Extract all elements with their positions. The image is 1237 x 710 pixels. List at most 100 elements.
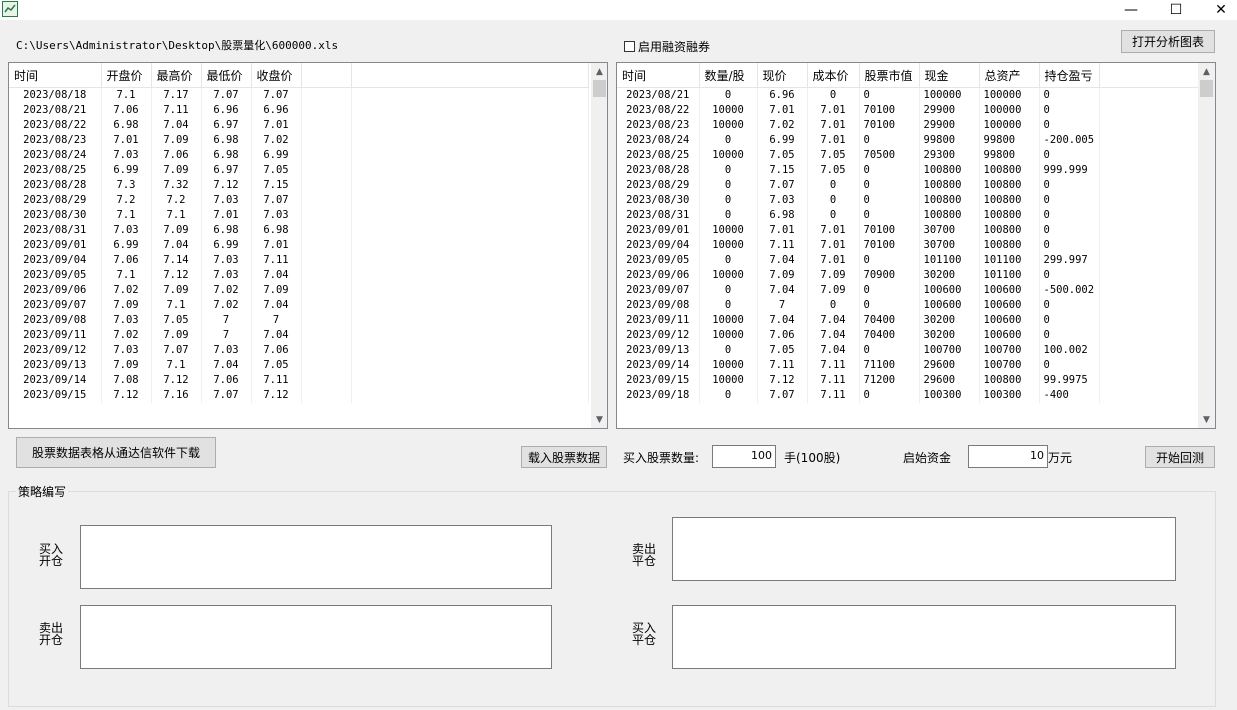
table-cell[interactable]: 6.99 [101, 238, 152, 253]
table-cell[interactable]: 7.01 [807, 103, 860, 118]
column-header[interactable]: 开盘价 [101, 63, 152, 88]
table-cell[interactable]: 7.11 [807, 388, 860, 403]
table-cell[interactable]: 2023/08/23 [617, 118, 700, 133]
table-row[interactable]: 2023/08/23 10000 7.02 7.01 70100 29900 100000 0 [617, 118, 1199, 133]
table-cell[interactable]: 0 [807, 87, 860, 103]
table-cell[interactable]: 2023/09/04 [617, 238, 700, 253]
table-cell[interactable]: 7.11 [757, 238, 808, 253]
table-cell[interactable]: 7.05 [757, 343, 808, 358]
buy-open-strategy-textarea[interactable] [80, 525, 552, 589]
table-row[interactable]: 2023/09/05 0 7.04 7.01 0 101100 101100 299.997 [617, 253, 1199, 268]
table-cell[interactable]: 0 [699, 208, 758, 223]
table-cell[interactable]: 7.06 [251, 343, 302, 358]
table-cell[interactable]: 7.04 [807, 313, 860, 328]
table-cell[interactable]: 70900 [859, 268, 920, 283]
sell-open-strategy-textarea[interactable] [80, 605, 552, 669]
backtest-result-grid[interactable]: 时间 数量/股 现价 成本价 股票市值 现金 总资产 持仓盈亏 2023/08/21 0 6.96… [616, 62, 1216, 429]
table-cell[interactable]: 6.98 [201, 133, 252, 148]
table-cell[interactable]: 7.04 [757, 283, 808, 298]
table-row[interactable]: 2023/09/06 10000 7.09 7.09 70900 30200 101100 0 [617, 268, 1199, 283]
table-cell[interactable]: 70100 [859, 223, 920, 238]
table-cell[interactable]: 7.06 [757, 328, 808, 343]
table-cell[interactable]: 0 [807, 298, 860, 313]
table-cell[interactable]: 100800 [919, 208, 980, 223]
table-cell[interactable]: 100800 [919, 178, 980, 193]
table-cell[interactable]: 2023/09/08 [9, 313, 102, 328]
table-cell[interactable]: 0 [699, 163, 758, 178]
table-cell[interactable]: 7.15 [251, 178, 302, 193]
table-cell[interactable]: 7.05 [151, 313, 202, 328]
table-cell[interactable]: 299.997 [1039, 253, 1100, 268]
table-cell[interactable]: 0 [699, 193, 758, 208]
table-cell[interactable]: 10000 [699, 313, 758, 328]
table-cell[interactable]: 0 [859, 178, 920, 193]
sell-close-strategy-textarea[interactable] [672, 517, 1176, 581]
download-data-button[interactable]: 股票数据表格从通达信软件下载 [16, 437, 216, 468]
table-cell[interactable]: 7.04 [251, 328, 302, 343]
table-cell[interactable]: 6.97 [201, 163, 252, 178]
column-header[interactable]: 总资产 [979, 63, 1040, 88]
scroll-up-icon[interactable]: ▲ [591, 63, 607, 80]
table-cell[interactable]: 7.01 [757, 103, 808, 118]
table-cell[interactable]: 29600 [919, 373, 980, 388]
table-cell[interactable]: 7.07 [251, 193, 302, 208]
table-cell[interactable]: 7.05 [757, 148, 808, 163]
table-row[interactable]: 2023/08/31 7.03 7.09 6.98 6.98 [9, 223, 589, 238]
table-cell[interactable]: 6.96 [251, 103, 302, 118]
table-cell[interactable]: 7.1 [101, 268, 152, 283]
table-cell[interactable]: 0 [1039, 313, 1100, 328]
table-cell[interactable]: 7.01 [807, 253, 860, 268]
table-cell[interactable]: 0 [859, 193, 920, 208]
table-cell[interactable]: 30200 [919, 313, 980, 328]
table-row[interactable]: 2023/08/18 7.1 7.17 7.07 7.07 [9, 87, 589, 103]
table-cell[interactable]: 7.03 [201, 268, 252, 283]
table-cell[interactable]: 2023/09/01 [617, 223, 700, 238]
price-data-grid[interactable]: 时间 开盘价 最高价 最低价 收盘价 2023/08/18 7.1 7.17 7.07 7.07… [8, 62, 608, 429]
table-cell[interactable]: 7.04 [251, 298, 302, 313]
table-cell[interactable]: 2023/09/15 [9, 388, 102, 403]
table-cell[interactable]: 2023/08/22 [9, 118, 102, 133]
table-cell[interactable]: 2023/09/06 [9, 283, 102, 298]
table-cell[interactable]: 0 [1039, 223, 1100, 238]
table-cell[interactable]: 0 [1039, 238, 1100, 253]
table-cell[interactable]: 2023/09/18 [617, 388, 700, 403]
table-cell[interactable]: 2023/09/07 [617, 283, 700, 298]
table-cell[interactable]: 2023/08/30 [9, 208, 102, 223]
table-row[interactable]: 2023/09/15 10000 7.12 7.11 71200 29600 100800 9… [617, 373, 1199, 388]
table-cell[interactable]: 7.06 [101, 253, 152, 268]
table-cell[interactable]: 7.1 [151, 358, 202, 373]
table-cell[interactable]: 7 [757, 298, 808, 313]
table-cell[interactable]: 7.05 [807, 163, 860, 178]
table-cell[interactable]: 0 [699, 178, 758, 193]
table-cell[interactable]: 7.05 [807, 148, 860, 163]
table-cell[interactable]: 6.99 [101, 163, 152, 178]
table-row[interactable]: 2023/09/01 10000 7.01 7.01 70100 30700 100800 0 [617, 223, 1199, 238]
table-cell[interactable]: 2023/09/01 [9, 238, 102, 253]
table-cell[interactable]: 7.12 [151, 373, 202, 388]
table-cell[interactable]: 100800 [979, 238, 1040, 253]
table-row[interactable]: 2023/08/21 0 6.96 0 0 100000 100000 0 [617, 87, 1199, 103]
table-cell[interactable]: 0 [1039, 268, 1100, 283]
table-cell[interactable]: 0 [859, 283, 920, 298]
table-cell[interactable]: 100800 [979, 223, 1040, 238]
column-header[interactable]: 成本价 [807, 63, 860, 88]
table-cell[interactable]: 2023/09/11 [9, 328, 102, 343]
table-cell[interactable]: 0 [1039, 118, 1100, 133]
table-cell[interactable]: 6.99 [201, 238, 252, 253]
table-cell[interactable]: 7.01 [807, 118, 860, 133]
table-row[interactable]: 2023/08/25 10000 7.05 7.05 70500 29300 99800 0 [617, 148, 1199, 163]
table-cell[interactable]: 2023/09/06 [617, 268, 700, 283]
table-cell[interactable]: 0 [699, 388, 758, 403]
table-cell[interactable]: 10000 [699, 268, 758, 283]
table-cell[interactable]: 2023/08/21 [9, 103, 102, 118]
table-row[interactable]: 2023/09/07 0 7.04 7.09 0 100600 100600 -500.002 [617, 283, 1199, 298]
table-cell[interactable]: 2023/09/13 [9, 358, 102, 373]
table-cell[interactable]: 7.07 [151, 343, 202, 358]
table-cell[interactable]: 101100 [979, 268, 1040, 283]
table-row[interactable]: 2023/09/18 0 7.07 7.11 0 100300 100300 -400 [617, 388, 1199, 403]
table-cell[interactable]: 100800 [979, 193, 1040, 208]
table-row[interactable]: 2023/09/13 0 7.05 7.04 0 100700 100700 100.002 [617, 343, 1199, 358]
table-cell[interactable]: 7.15 [757, 163, 808, 178]
column-header[interactable]: 时间 [617, 63, 700, 88]
table-row[interactable]: 2023/09/07 7.09 7.1 7.02 7.04 [9, 298, 589, 313]
